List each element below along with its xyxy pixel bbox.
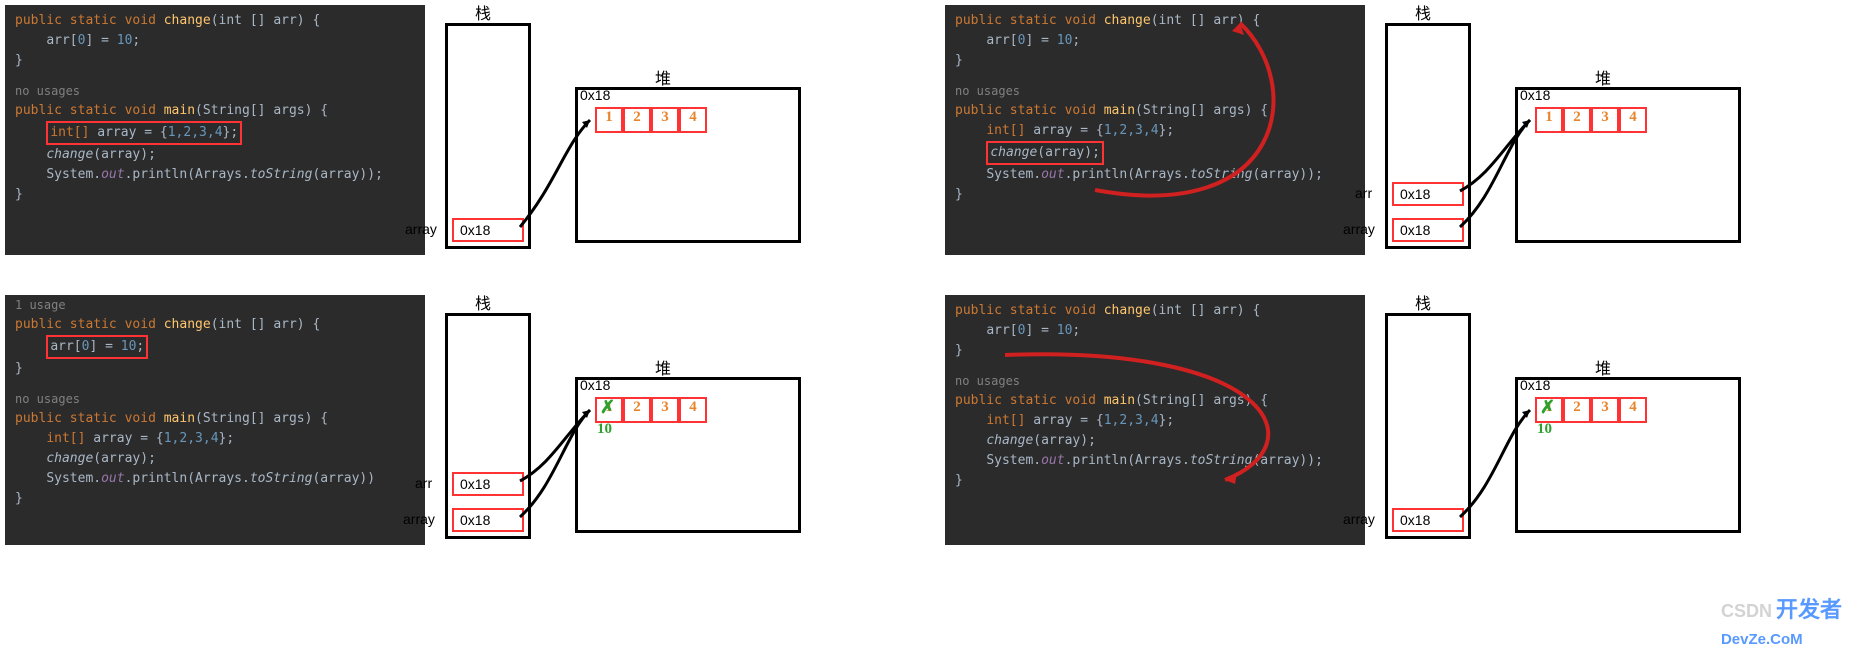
heap-cell-modified: 1 [1535,397,1563,423]
heap-cell: 1 [595,107,623,133]
highlight-change-body: arr[0] = 10; [46,335,148,359]
var-array-label: array [1343,221,1375,237]
panel-3: 1 usage public static void change(int []… [5,295,925,545]
panel-1: public static void change(int [] arr) { … [5,5,925,255]
no-usages: no usages [15,81,415,101]
heap-array: 1 2 3 4 [1535,397,1647,423]
highlight-array-decl: int[] array = {1,2,3,4}; [46,121,242,145]
highlight-change-call: change(array); [986,141,1104,165]
heap-array: 1 2 3 4 [1535,107,1647,133]
stack-box: 0x18 0x18 [1385,23,1471,249]
diagram-grid: public static void change(int [] arr) { … [5,5,1865,545]
one-usage: 1 usage [15,295,415,315]
code-block-1: public static void change(int [] arr) { … [5,5,425,255]
new-value: 10 [597,421,612,438]
kw: public [15,13,62,28]
var-array-label: array [405,221,437,237]
stack-cell-arr: 0x18 [1392,182,1464,206]
memory-diagram-1: 栈 0x18 array 堆 0x18 1 2 3 4 [435,5,925,255]
heap-array: 1 2 3 4 [595,107,707,133]
memory-diagram-2: 栈 0x18 0x18 arr array 堆 0x18 1 2 3 4 [1375,5,1865,255]
code-block-4: public static void change(int [] arr) { … [945,295,1365,545]
heap-cell-modified: 1 [595,397,623,423]
heap-label: 堆 [655,65,671,89]
code-block-3: 1 usage public static void change(int []… [5,295,425,545]
stack-label: 栈 [475,0,491,24]
stack-box: 0x18 0x18 [445,313,531,539]
heap-array: 1 2 3 4 [595,397,707,423]
watermark: CSDN开发者 DevZe.CoM [1721,592,1842,650]
stack-box: 0x18 [1385,313,1471,539]
var-arr-label: arr [1355,185,1372,201]
stack-cell-array: 0x18 [1392,218,1464,242]
code-block-2: public static void change(int [] arr) { … [945,5,1365,255]
panel-4: public static void change(int [] arr) { … [945,295,1865,545]
heap-addr: 0x18 [580,87,610,103]
stack-cell-array: 0x18 [452,218,524,242]
memory-diagram-3: 栈 0x18 0x18 arr array 堆 0x18 1 2 3 4 10 [435,295,925,545]
memory-diagram-4: 栈 0x18 array 堆 0x18 1 2 3 4 10 [1375,295,1865,545]
stack-box: 0x18 [445,23,531,249]
panel-2: public static void change(int [] arr) { … [945,5,1865,255]
